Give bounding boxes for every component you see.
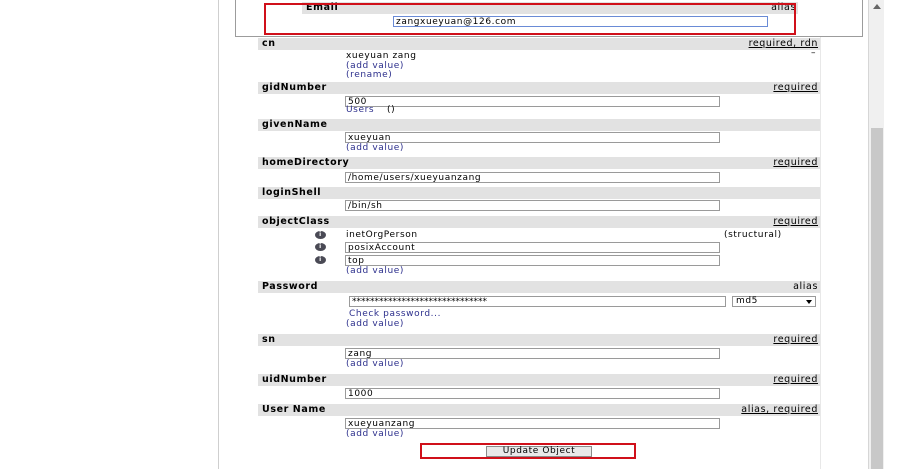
givenname-header: givenName xyxy=(258,119,820,131)
gid-group-paren: () xyxy=(387,105,396,115)
uidnumber-required-note[interactable]: required xyxy=(773,374,818,386)
cn-header: cn required, rdn xyxy=(258,38,820,50)
password-alias-note: alias xyxy=(793,281,818,292)
username-required-note[interactable]: alias, required xyxy=(741,404,818,416)
loginshell-label: loginShell xyxy=(262,187,322,198)
loginshell-input[interactable]: /bin/sh xyxy=(345,200,720,211)
sn-input[interactable]: zang xyxy=(345,348,720,359)
homedirectory-required-note[interactable]: required xyxy=(773,157,818,169)
attribute-form: cn required, rdn xueyuan zang – (add val… xyxy=(258,0,820,469)
sn-required-note[interactable]: required xyxy=(773,334,818,346)
sn-label: sn xyxy=(262,334,276,345)
email-highlight-box xyxy=(264,3,796,35)
scroll-up-icon[interactable] xyxy=(873,4,881,9)
vertical-scrollbar[interactable] xyxy=(868,0,885,469)
objectclass-value-1: inetOrgPerson xyxy=(346,230,418,240)
password-header: Password alias xyxy=(258,281,820,293)
right-strip xyxy=(820,0,869,469)
username-input[interactable]: xueyuanzang xyxy=(345,418,720,429)
homedirectory-header: homeDirectory required xyxy=(258,157,820,169)
givenname-add-value-link[interactable]: (add value) xyxy=(346,143,404,154)
objectclass-add-value-link[interactable]: (add value) xyxy=(346,266,404,277)
password-input[interactable]: ****************************** xyxy=(349,296,726,307)
homedirectory-label: homeDirectory xyxy=(262,157,350,168)
givenname-label: givenName xyxy=(262,119,328,130)
info-icon[interactable]: i xyxy=(315,243,326,251)
gid-group-link[interactable]: Users xyxy=(346,105,374,116)
chevron-down-icon xyxy=(806,300,812,304)
password-hash-select[interactable]: md5 xyxy=(732,296,816,307)
homedirectory-input[interactable]: /home/users/xueyuanzang xyxy=(345,172,720,183)
objectclass-structural-note: (structural) xyxy=(724,230,782,240)
cn-required-note[interactable]: required, rdn xyxy=(749,38,818,50)
gidnumber-required-note[interactable]: required xyxy=(773,82,818,94)
username-add-value-link[interactable]: (add value) xyxy=(346,429,404,440)
cn-rename-link[interactable]: (rename) xyxy=(346,70,392,81)
username-label: User Name xyxy=(262,404,326,415)
objectclass-required-note[interactable]: required xyxy=(773,216,818,228)
gidnumber-label: gidNumber xyxy=(262,82,327,93)
gidnumber-input[interactable]: 500 xyxy=(345,96,720,107)
cn-label: cn xyxy=(262,38,276,49)
uidnumber-input[interactable]: 1000 xyxy=(345,388,720,399)
objectclass-input-3[interactable]: top xyxy=(345,255,720,266)
username-header: User Name alias, required xyxy=(258,404,820,416)
objectclass-input-2[interactable]: posixAccount xyxy=(345,242,720,253)
uidnumber-header: uidNumber required xyxy=(258,374,820,386)
info-icon[interactable]: i xyxy=(315,231,326,239)
sn-header: sn required xyxy=(258,334,820,346)
sn-add-value-link[interactable]: (add value) xyxy=(346,359,404,370)
scroll-thumb[interactable] xyxy=(871,128,883,469)
info-icon[interactable]: i xyxy=(315,256,326,264)
objectclass-header: objectClass required xyxy=(258,216,820,228)
password-hash-value: md5 xyxy=(736,296,759,306)
update-highlight-box xyxy=(420,443,636,459)
givenname-input[interactable]: xueyuan xyxy=(345,132,720,143)
uidnumber-label: uidNumber xyxy=(262,374,327,385)
window-edge xyxy=(884,0,900,469)
gidnumber-header: gidNumber required xyxy=(258,82,820,94)
objectclass-label: objectClass xyxy=(262,216,330,227)
left-pane xyxy=(0,0,219,469)
password-label: Password xyxy=(262,281,319,292)
cn-dash: – xyxy=(811,48,817,58)
loginshell-header: loginShell xyxy=(258,187,820,199)
password-add-value-link[interactable]: (add value) xyxy=(346,319,404,330)
